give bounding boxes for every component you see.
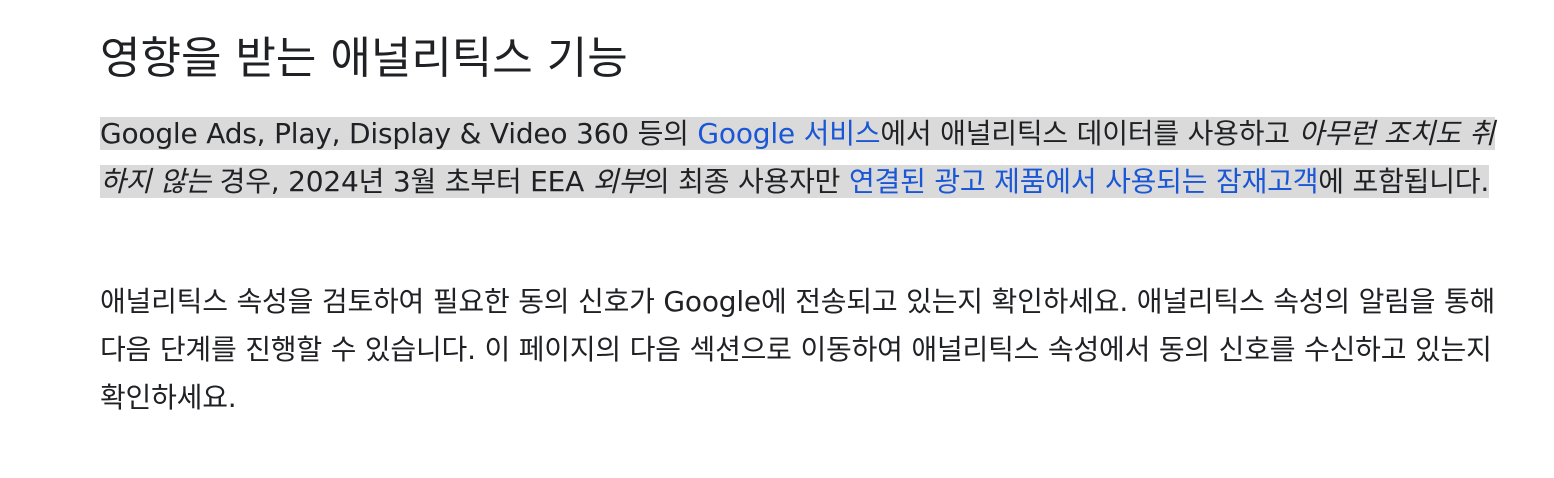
paragraph-review-properties: 애널리틱스 속성을 검토하여 필요한 동의 신호가 Google에 전송되고 있… bbox=[100, 285, 1496, 414]
text-segment: 에서 애널리틱스 데이터를 사용하고 bbox=[880, 117, 1299, 150]
text-segment: 의 최종 사용자만 bbox=[643, 165, 849, 198]
paragraph-affected-features: Google Ads, Play, Display & Video 360 등의… bbox=[100, 110, 1500, 206]
selected-text-highlight[interactable]: Google Ads, Play, Display & Video 360 등의… bbox=[100, 117, 1495, 198]
text-segment: 경우, 2024년 3월 초부터 EEA bbox=[210, 165, 593, 198]
emphasis-outside: 외부 bbox=[592, 165, 644, 198]
text-segment: 에 포함됩니다. bbox=[1318, 165, 1490, 198]
page-heading: 영향을 받는 애널리틱스 기능 bbox=[100, 33, 628, 84]
text-segment: Google Ads, Play, Display & Video 360 등의 bbox=[100, 117, 698, 150]
google-services-link[interactable]: Google 서비스 bbox=[697, 117, 880, 150]
linked-ad-audiences-link[interactable]: 연결된 광고 제품에서 사용되는 잠재고객 bbox=[849, 165, 1319, 198]
